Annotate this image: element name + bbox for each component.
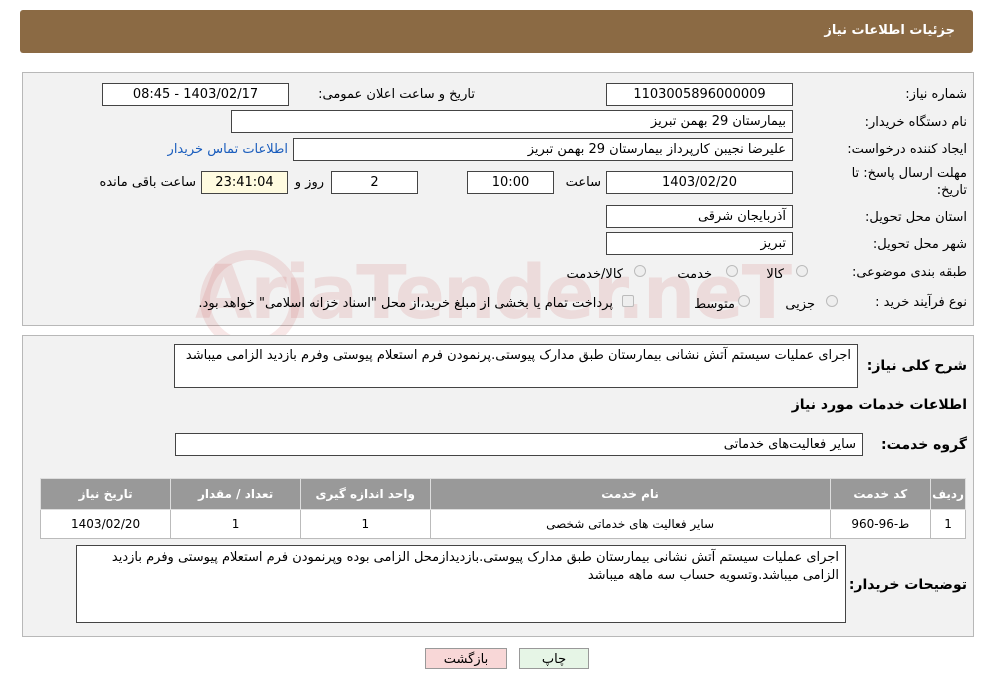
col-unit: واحد اندازه گیری (299, 478, 431, 510)
announce-field: 1403/02/17 - 08:45 (102, 83, 289, 106)
category-option-service: خدمت (677, 267, 712, 282)
table-header-row: ردیف کد خدمت نام خدمت واحد اندازه گیری ت… (39, 478, 966, 510)
province-field: آذربایجان شرقی (606, 205, 793, 228)
city-field: تبریز (606, 232, 793, 255)
deadline-date-field: 1403/02/20 (606, 171, 793, 194)
category-radio-goods[interactable] (796, 265, 808, 277)
days-field: 2 (331, 171, 418, 194)
buyer-field: بیمارستان 29 بهمن تبریز (231, 110, 793, 133)
cell-date: 1403/02/20 (39, 509, 172, 539)
watermark: AriaTender.neT (195, 250, 792, 336)
days-label: روز و (294, 175, 324, 190)
category-label: طبقه بندی موضوعی: (851, 265, 967, 280)
process-option-medium: متوسط (694, 297, 735, 312)
process-radio-minor[interactable] (826, 295, 838, 307)
col-code: کد خدمت (829, 478, 932, 510)
creator-label: ایجاد کننده درخواست: (847, 142, 967, 157)
table-row: 1 ط-96-960 سایر فعالیت های خدماتی شخصی 1… (39, 509, 966, 539)
buyer-notes-label: توضیحات خریدار: (848, 577, 967, 593)
announce-label: تاریخ و ساعت اعلان عمومی: (318, 87, 475, 102)
treasury-checkbox[interactable] (622, 295, 634, 307)
remaining-label: ساعت باقی مانده (99, 175, 196, 190)
process-option-minor: جزیی (785, 297, 815, 312)
need-number-label: شماره نیاز: (905, 87, 967, 102)
col-date: تاریخ نیاز (39, 478, 172, 510)
services-table: ردیف کد خدمت نام خدمت واحد اندازه گیری ت… (39, 478, 966, 539)
page-title: جزئیات اطلاعات نیاز (824, 23, 955, 38)
buyer-label: نام دستگاه خریدار: (864, 115, 967, 130)
city-label: شهر محل تحویل: (872, 237, 967, 252)
remaining-time-field: 23:41:04 (201, 171, 288, 194)
process-radio-medium[interactable] (738, 295, 750, 307)
col-qty: تعداد / مقدار (170, 478, 301, 510)
deadline-label-date: تاریخ: (936, 183, 967, 198)
creator-field: علیرضا نجیبن کارپرداز بیمارستان 29 بهمن … (293, 138, 793, 161)
process-label: نوع فرآیند خرید : (875, 295, 967, 310)
contact-buyer-link[interactable]: اطلاعات تماس خریدار (168, 142, 288, 157)
cell-qty: 1 (170, 509, 301, 539)
summary-label: شرح کلی نیاز: (866, 358, 967, 374)
deadline-time-field: 10:00 (467, 171, 554, 194)
service-group-field: سایر فعالیت‌های خدماتی (175, 433, 863, 456)
print-button[interactable]: چاپ (519, 648, 589, 669)
need-number-field: 1103005896000009 (606, 83, 793, 106)
category-radio-service[interactable] (726, 265, 738, 277)
category-option-goods: کالا (766, 267, 784, 282)
cell-name: سایر فعالیت های خدماتی شخصی (429, 509, 831, 539)
buyer-notes-textarea[interactable]: اجرای عملیات سیستم آتش نشانی بیمارستان ط… (76, 545, 846, 623)
col-row: ردیف (930, 478, 966, 510)
time-label: ساعت (565, 175, 601, 190)
cell-code: ط-96-960 (829, 509, 932, 539)
page-header: جزئیات اطلاعات نیاز (20, 10, 973, 53)
services-section-title: اطلاعات خدمات مورد نیاز (791, 397, 967, 413)
category-option-both: کالا/خدمت (566, 267, 623, 282)
summary-textarea[interactable]: اجرای عملیات سیستم آتش نشانی بیمارستان ط… (174, 344, 858, 388)
deadline-label: مهلت ارسال پاسخ: تا (851, 166, 967, 181)
col-name: نام خدمت (429, 478, 831, 510)
cell-unit: 1 (299, 509, 431, 539)
back-button[interactable]: بازگشت (425, 648, 507, 669)
process-note: پرداخت تمام یا بخشی از مبلغ خرید،از محل … (198, 296, 613, 311)
service-group-label: گروه خدمت: (881, 437, 967, 453)
province-label: استان محل تحویل: (865, 210, 967, 225)
cell-row: 1 (930, 509, 966, 539)
category-radio-both[interactable] (634, 265, 646, 277)
